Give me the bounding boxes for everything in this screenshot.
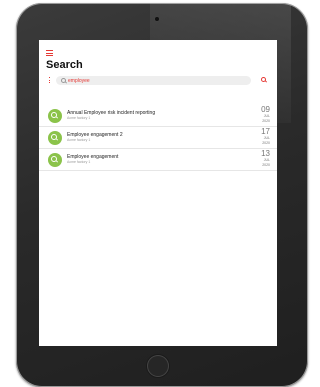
result-year: 2020: [262, 163, 270, 167]
list-item[interactable]: Annual Employee risk incident reporting …: [39, 105, 277, 127]
result-avatar: [48, 109, 62, 123]
result-date: 17 JUL 2020: [250, 127, 270, 146]
result-year: 2020: [262, 119, 270, 123]
page-title: Search: [46, 59, 83, 71]
list-item[interactable]: Employee engagement Acme factory 1 13 JU…: [39, 149, 277, 171]
hamburger-menu-icon[interactable]: [46, 50, 53, 56]
result-subtitle: Acme factory 1: [67, 116, 91, 120]
more-vertical-icon[interactable]: [47, 77, 51, 83]
result-year: 2020: [262, 141, 270, 145]
result-date: 09 JUL 2020: [250, 105, 270, 124]
search-input[interactable]: [68, 76, 238, 85]
result-day: 13: [261, 149, 270, 158]
search-icon: [51, 134, 57, 140]
search-bar[interactable]: [56, 76, 251, 85]
search-icon: [261, 77, 266, 82]
search-button[interactable]: [261, 77, 266, 82]
search-icon: [51, 156, 57, 162]
list-item[interactable]: Employee engagement 2 Acme factory 1 17 …: [39, 127, 277, 149]
search-icon: [61, 78, 66, 83]
front-camera: [155, 17, 159, 21]
result-avatar: [48, 153, 62, 167]
result-day: 17: [261, 127, 270, 136]
result-subtitle: Acme factory 1: [67, 160, 91, 164]
result-date: 13 JUL 2020: [250, 149, 270, 168]
search-icon: [51, 112, 57, 118]
result-avatar: [48, 131, 62, 145]
result-subtitle: Acme factory 1: [67, 138, 91, 142]
result-day: 09: [261, 105, 270, 114]
app-screen: Search Annual Employee risk incident rep…: [39, 40, 277, 346]
home-button[interactable]: [147, 355, 169, 377]
results-list: Annual Employee risk incident reporting …: [39, 105, 277, 171]
